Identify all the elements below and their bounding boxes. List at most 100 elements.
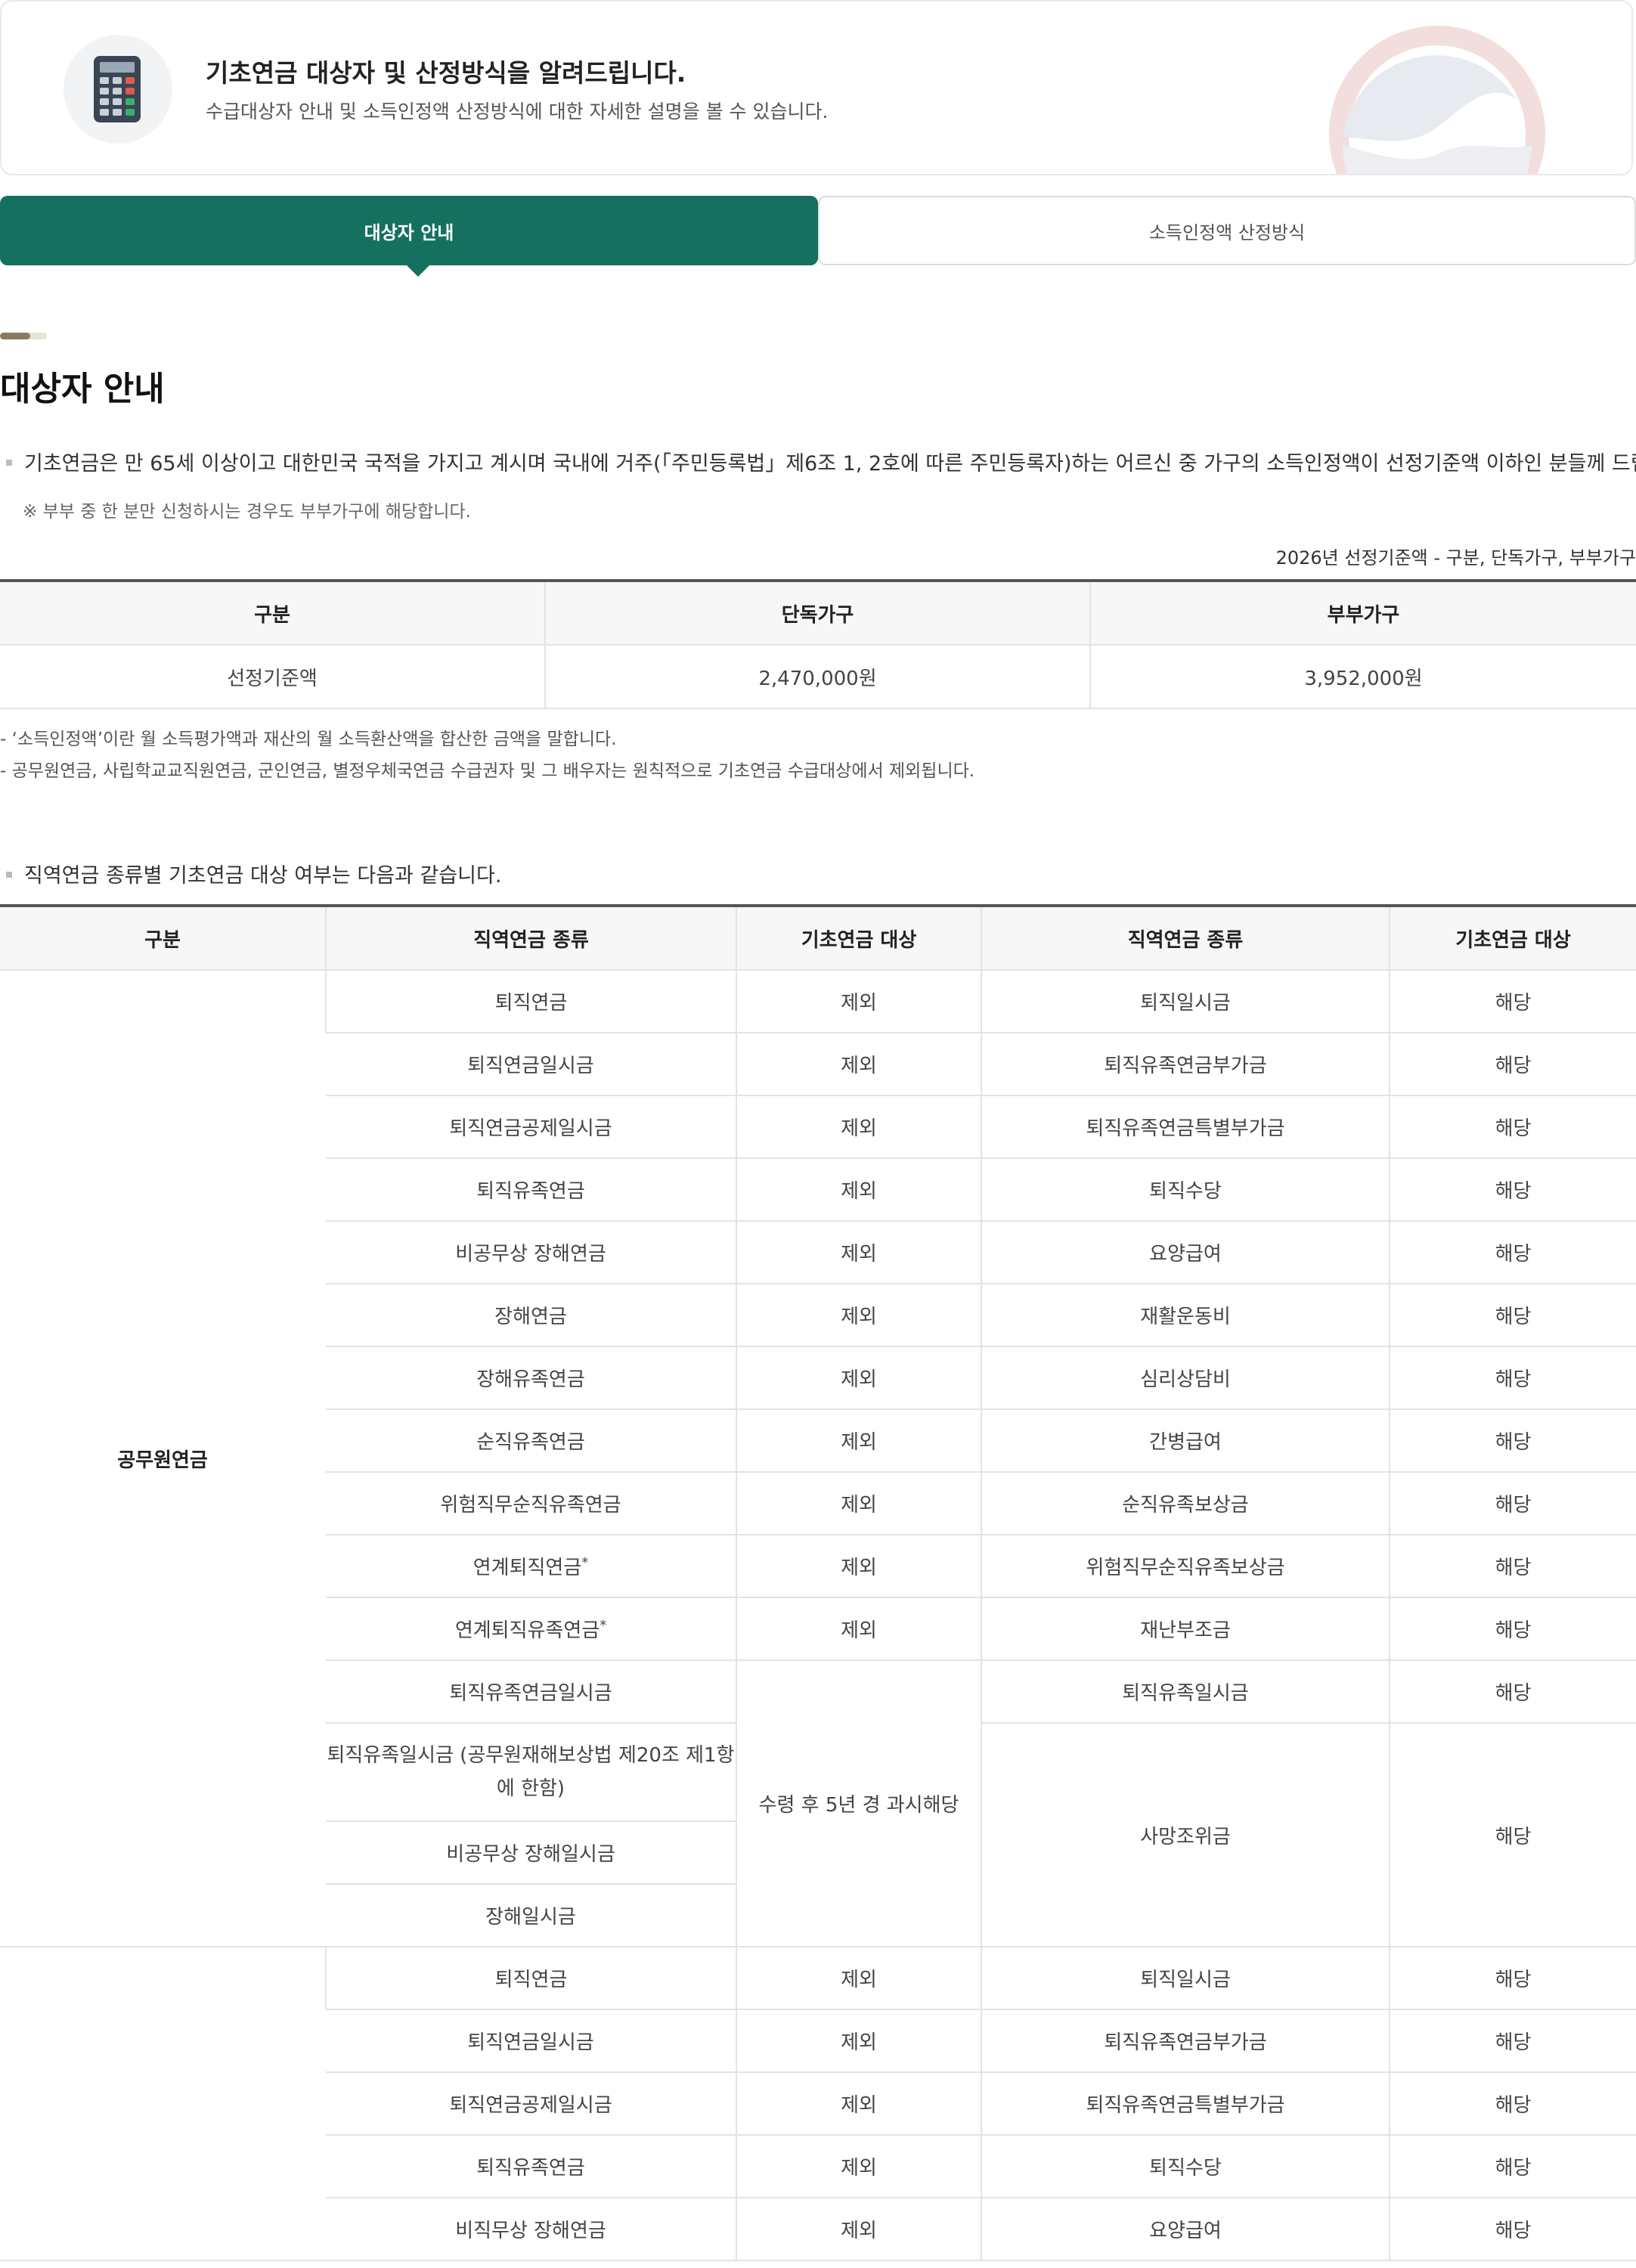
target-cell: 해당 — [1389, 1597, 1636, 1661]
table-header: 직역연금 종류 — [325, 906, 736, 971]
target-cell: 제외 — [736, 1535, 981, 1598]
pension-table: 구분 직역연금 종류 기초연금 대상 직역연금 종류 기초연금 대상 공무원연금… — [0, 904, 1636, 2261]
target-cell: 제외 — [736, 1472, 981, 1535]
pension-type-cell: 퇴직연금일시금 — [326, 2009, 736, 2073]
pension-type-cell: 퇴직연금공제일시금 — [326, 1095, 736, 1159]
target-cell: 해당 — [1389, 1033, 1636, 1096]
asterisk-mark: * — [600, 1617, 607, 1634]
pension-type-cell: 사망조위금 — [981, 1723, 1390, 1947]
target-cell: 제외 — [736, 2135, 981, 2198]
target-cell: 제외 — [736, 2198, 981, 2261]
pension-intro-bullet: 직역연금 종류별 기초연금 대상 여부는 다음과 같습니다. — [6, 859, 501, 888]
table-header: 부부가구 — [1089, 581, 1636, 646]
target-cell: 해당 — [1389, 970, 1636, 1033]
pension-type-cell: 퇴직유족연금부가금 — [981, 1033, 1390, 1096]
pension-type-cell: 퇴직연금공제일시금 — [326, 2072, 736, 2136]
pension-type-cell: 장해연금 — [326, 1284, 736, 1347]
pension-type-cell: 장해일시금 — [326, 1884, 736, 1947]
target-cell: 제외 — [736, 970, 981, 1033]
target-cell: 제외 — [736, 1284, 981, 1347]
criteria-table: 구분 단독가구 부부가구 선정기준액 2,470,000원 3,952,000원 — [0, 579, 1636, 709]
couple-note: ※ 부부 중 한 분만 신청하시는 경우도 부부가구에 해당합니다. — [23, 502, 471, 522]
category-cell: 공무원연금 — [0, 970, 326, 1947]
tab-target-info[interactable]: 대상자 안내 — [0, 196, 818, 265]
tab-income-calculation[interactable]: 소득인정액 산정방식 — [818, 196, 1636, 265]
target-cell: 해당 — [1389, 1660, 1636, 1724]
target-cell: 해당 — [1389, 1535, 1636, 1598]
pension-type-cell: 퇴직연금 — [325, 1947, 736, 2010]
calculator-icon-circle — [64, 35, 172, 144]
table-caption: 2026년 선정기준액 - 구분, 단독가구, 부부가구 — [1275, 547, 1636, 569]
target-cell: 제외 — [736, 1597, 981, 1661]
table-row: 공무원연금 퇴직연금 제외 퇴직일시금 해당 — [0, 970, 1636, 1947]
pension-type-label: 연계퇴직연금 — [473, 1557, 582, 1579]
target-cell: 제외 — [736, 2072, 981, 2136]
target-cell: 해당 — [1389, 2135, 1636, 2198]
pension-type-cell: 비공무상 장해일시금 — [326, 1821, 736, 1885]
table-header: 기초연금 대상 — [1389, 906, 1636, 971]
target-cell: 해당 — [1389, 1409, 1636, 1473]
target-cell: 해당 — [1389, 2072, 1636, 2136]
intro-banner: 기초연금 대상자 및 산정방식을 알려드립니다. 수급대상자 안내 및 소득인정… — [0, 0, 1633, 175]
table-header: 단독가구 — [544, 581, 1090, 646]
table-header: 구분 — [0, 906, 326, 971]
table-row: 선정기준액 2,470,000원 3,952,000원 — [0, 645, 1636, 709]
pension-type-cell: 연계퇴직유족연금* — [326, 1597, 736, 1661]
table-header: 구분 — [0, 581, 545, 646]
target-cell: 제외 — [736, 1221, 981, 1284]
target-cell: 해당 — [1389, 1723, 1636, 1947]
pension-type-cell: 퇴직일시금 — [981, 1947, 1390, 2010]
asterisk-mark: * — [581, 1554, 589, 1571]
pension-type-cell: 비직무상 장해연금 — [326, 2198, 736, 2261]
target-cell: 제외 — [736, 1346, 981, 1410]
target-cell: 해당 — [1389, 1158, 1636, 1222]
target-cell: 해당 — [1389, 1221, 1636, 1284]
banner-subtitle: 수급대상자 안내 및 소득인정액 산정방식에 대한 자세한 설명을 볼 수 있습… — [206, 101, 829, 122]
pension-type-cell: 간병급여 — [981, 1409, 1390, 1473]
calculator-icon — [94, 56, 141, 122]
pension-type-cell: 퇴직유족연금특별부가금 — [981, 2072, 1390, 2136]
pension-type-cell: 퇴직유족연금부가금 — [981, 2009, 1390, 2073]
intro-bullet: 기초연금은 만 65세 이상이고 대한민국 국적을 가지고 계시며 국내에 거주… — [6, 447, 1636, 476]
pension-type-cell: 퇴직유족연금 — [326, 1158, 736, 1222]
target-cell: 수령 후 5년 경 과시해당 — [736, 1660, 981, 1947]
pension-type-cell: 퇴직유족일시금 (공무원재해보상법 제20조 제1항에 한함) — [326, 1723, 736, 1822]
pension-type-cell: 퇴직유족연금일시금 — [326, 1660, 736, 1724]
pension-type-cell: 퇴직연금 — [325, 970, 736, 1033]
target-cell: 해당 — [1389, 1346, 1636, 1410]
exclusion-note: - 공무원연금, 사립학교교직원연금, 군인연금, 별정우체국연금 수급권자 및… — [0, 761, 975, 781]
pension-type-cell: 연계퇴직연금* — [326, 1535, 736, 1598]
pension-type-cell: 퇴직일시금 — [981, 970, 1390, 1033]
pension-type-cell: 심리상담비 — [981, 1346, 1390, 1410]
pension-type-cell: 장해유족연금 — [326, 1346, 736, 1410]
target-cell: 해당 — [1389, 1095, 1636, 1159]
pension-type-cell: 요양급여 — [981, 1221, 1390, 1284]
target-cell: 제외 — [736, 1158, 981, 1222]
pension-type-label: 연계퇴직유족연금 — [454, 1619, 600, 1642]
income-definition-note: - ‘소득인정액’이란 월 소득평가액과 재산의 월 소득환산액을 합산한 금액… — [0, 730, 617, 749]
pension-type-cell: 위험직무순직유족연금 — [326, 1472, 736, 1535]
target-cell: 해당 — [1389, 2198, 1636, 2261]
pension-type-cell: 퇴직수당 — [981, 1158, 1390, 1222]
pension-type-cell: 비공무상 장해연금 — [326, 1221, 736, 1284]
target-cell: 제외 — [736, 1947, 981, 2010]
table-cell: 2,470,000원 — [544, 645, 1090, 709]
pension-type-cell: 위험직무순직유족보상금 — [981, 1535, 1390, 1598]
target-cell: 해당 — [1389, 1284, 1636, 1347]
pension-type-cell: 퇴직수당 — [981, 2135, 1390, 2198]
target-cell: 제외 — [736, 1033, 981, 1096]
pension-type-cell: 재활운동비 — [981, 1284, 1390, 1347]
target-cell: 해당 — [1389, 2009, 1636, 2073]
target-cell: 해당 — [1389, 1947, 1636, 2010]
table-header: 직역연금 종류 — [981, 906, 1390, 971]
pension-type-cell: 요양급여 — [981, 2198, 1390, 2261]
target-cell: 제외 — [736, 2009, 981, 2073]
pension-type-cell: 퇴직유족연금 — [326, 2135, 736, 2198]
table-cell: 선정기준액 — [0, 645, 545, 709]
category-cell — [0, 1947, 326, 2261]
emblem-watermark-icon — [1329, 26, 1545, 174]
section-title: 대상자 안내 — [0, 370, 165, 408]
tab-bar: 대상자 안내 소득인정액 산정방식 — [0, 196, 1636, 277]
pension-type-cell: 재난부조금 — [981, 1597, 1390, 1661]
banner-title: 기초연금 대상자 및 산정방식을 알려드립니다. — [206, 58, 686, 88]
